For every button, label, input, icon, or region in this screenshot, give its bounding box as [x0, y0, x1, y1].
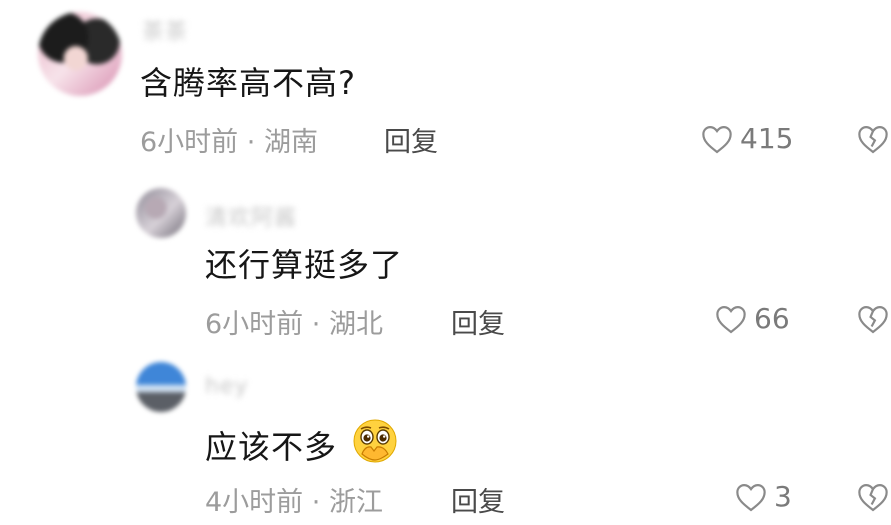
comment-time: 4小时前	[205, 487, 304, 518]
comment-text: 应该不多	[205, 418, 398, 468]
comment-meta: 6小时前 · 湖南	[140, 120, 318, 159]
dislike-button[interactable]	[856, 482, 890, 516]
username[interactable]: 茶茶	[142, 14, 188, 46]
comment-location: 湖南	[263, 127, 318, 158]
reply-button[interactable]: 回复	[384, 120, 438, 159]
username[interactable]: hey	[205, 374, 249, 399]
dislike-button[interactable]	[856, 304, 890, 338]
like-count: 3	[774, 480, 792, 513]
meta-separator: ·	[246, 127, 256, 158]
meta-separator: ·	[311, 309, 321, 340]
comment-time: 6小时前	[205, 309, 304, 340]
broken-heart-icon	[858, 484, 888, 512]
comment-meta: 6小时前 · 湖北	[205, 302, 383, 341]
comment-text: 含腾率高不高?	[140, 64, 356, 102]
username[interactable]: 清欢阿酱	[205, 200, 297, 232]
heart-outline-icon	[702, 125, 732, 153]
avatar[interactable]	[136, 362, 186, 412]
like-button[interactable]: 3	[734, 480, 792, 513]
like-count: 66	[754, 302, 790, 335]
heart-outline-icon	[736, 483, 766, 511]
reply-button[interactable]: 回复	[451, 480, 505, 519]
comment-text-content: 应该不多	[205, 428, 338, 466]
comment-location: 湖北	[328, 309, 383, 340]
broken-heart-icon	[858, 306, 888, 334]
comment-time: 6小时前	[140, 127, 239, 158]
like-count: 415	[740, 122, 794, 155]
comment-text: 还行算挺多了	[205, 246, 404, 284]
meta-separator: ·	[311, 487, 321, 518]
avatar[interactable]	[136, 188, 186, 238]
heart-outline-icon	[716, 305, 746, 333]
dislike-button[interactable]	[856, 124, 890, 158]
comment-location: 浙江	[328, 487, 383, 518]
reply-button[interactable]: 回复	[451, 302, 505, 341]
like-button[interactable]: 415	[700, 122, 793, 155]
like-button[interactable]: 66	[714, 302, 790, 335]
covering-mouth-emoji	[353, 419, 397, 463]
comment-meta: 4小时前 · 浙江	[205, 480, 383, 519]
broken-heart-icon	[858, 126, 888, 154]
avatar[interactable]	[38, 12, 122, 96]
